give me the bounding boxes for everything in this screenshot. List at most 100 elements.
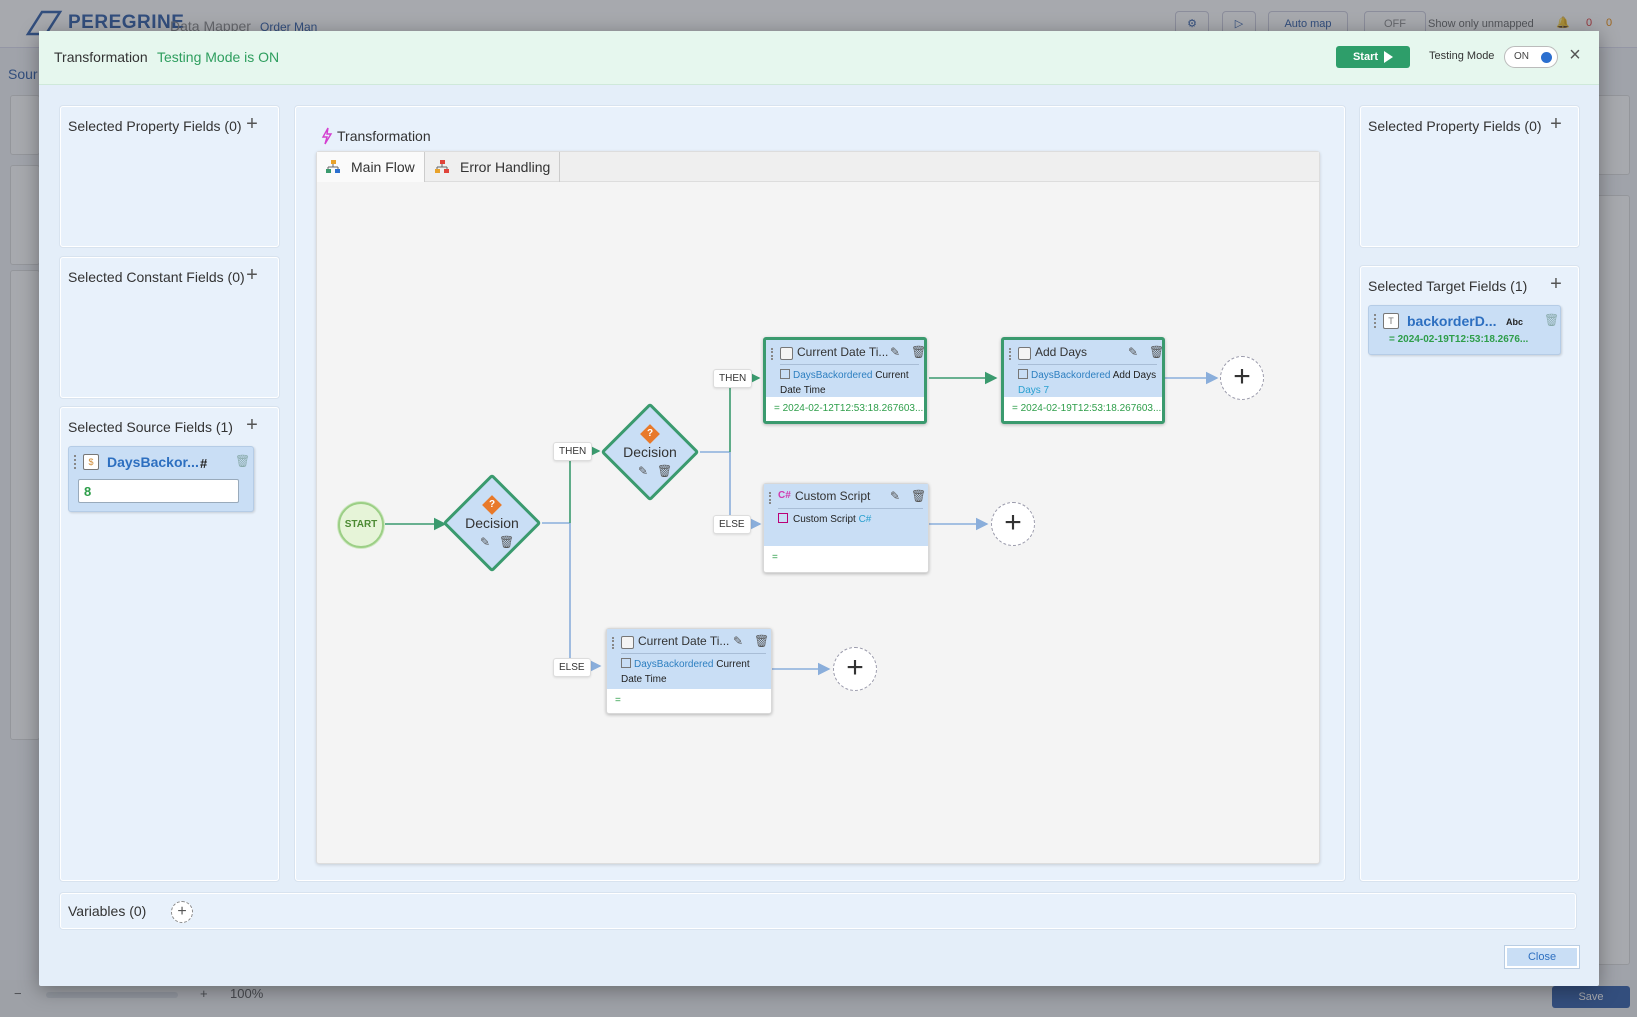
decision-node-1[interactable]: ? Decision ✎ 🗑 <box>442 473 542 573</box>
toggle-state: ON <box>1514 51 1529 62</box>
drag-handle-icon[interactable] <box>74 455 77 469</box>
testing-mode-label: Testing Mode <box>1429 50 1495 62</box>
date-field-icon: $ <box>83 454 99 470</box>
edit-icon[interactable]: ✎ <box>890 490 903 503</box>
panel-title: Selected Property Fields (0) <box>68 118 242 134</box>
lightning-icon <box>321 127 333 145</box>
trash-icon[interactable]: 🗑 <box>499 536 514 549</box>
step-body-tag: C# <box>858 514 872 525</box>
close-icon[interactable]: × <box>1565 45 1585 67</box>
add-days-step[interactable]: Add Days ✎ 🗑 DaysBackordered Add Days Da… <box>1001 337 1165 424</box>
csharp-icon: C# <box>778 490 791 501</box>
step-body: Custom Script C# <box>778 512 924 527</box>
close-button[interactable]: Close <box>1505 946 1579 968</box>
trash-icon[interactable]: 🗑 <box>657 465 672 478</box>
step-title: Current Date Ti... <box>638 634 730 648</box>
panel-title: Selected Target Fields (1) <box>1368 278 1528 294</box>
play-icon <box>1384 51 1394 63</box>
modal-header: Transformation Testing Mode is ON Start … <box>39 31 1599 85</box>
variables-title: Variables (0) <box>68 903 147 919</box>
number-type-icon: # <box>200 456 208 471</box>
edit-icon[interactable]: ✎ <box>480 536 493 549</box>
step-operation: Current <box>875 370 909 381</box>
step-field: DaysBackordered <box>793 370 873 381</box>
add-step-button[interactable]: + <box>833 647 877 691</box>
edit-icon[interactable]: ✎ <box>733 635 746 648</box>
source-fields-panel: Selected Source Fields (1) + $ DaysBacko… <box>60 407 279 881</box>
variables-panel: Variables (0) + <box>60 893 1576 929</box>
step-operation: Current <box>716 659 750 670</box>
trash-icon[interactable]: 🗑 <box>911 490 926 503</box>
step-title: Custom Script <box>795 489 871 503</box>
else-tag: ELSE <box>553 658 591 677</box>
panel-title: Selected Property Fields (0) <box>1368 118 1542 134</box>
step-result: = <box>615 695 621 706</box>
step-operation-detail: Days <box>1133 370 1157 381</box>
step-result: = <box>772 552 778 563</box>
then-tag: THEN <box>553 442 593 461</box>
trash-icon[interactable]: 🗑 <box>754 635 769 648</box>
flow-canvas[interactable]: Main Flow Error Handling START ? Decisio… <box>316 151 1320 864</box>
add-target-field-icon[interactable]: + <box>1545 273 1567 295</box>
current-date-time-step-2[interactable]: Current Date Ti... ✎ 🗑 DaysBackordered C… <box>606 628 772 714</box>
add-property-field-icon[interactable]: + <box>241 113 263 135</box>
step-operation-detail: Date Time <box>621 674 667 685</box>
field-icon <box>1018 369 1028 379</box>
panel-title: Selected Source Fields (1) <box>68 419 233 435</box>
source-field-value-input[interactable]: 8 <box>78 479 239 503</box>
step-operation-detail: Date Time <box>780 385 826 396</box>
trash-icon[interactable]: 🗑 <box>911 346 926 359</box>
testing-mode-toggle[interactable]: ON <box>1504 46 1558 68</box>
toggle-knob <box>1541 52 1552 63</box>
script-icon <box>778 513 788 523</box>
add-property-field-icon[interactable]: + <box>1545 113 1567 135</box>
step-body-text: Custom Script <box>793 514 856 525</box>
edit-icon[interactable]: ✎ <box>890 346 903 359</box>
field-icon <box>780 369 790 379</box>
drag-handle-icon[interactable] <box>612 637 615 649</box>
custom-script-step[interactable]: C# Custom Script ✎ 🗑 Custom Script C# = <box>763 483 929 573</box>
step-body: DaysBackordered Current Date Time <box>621 657 767 687</box>
add-step-button[interactable]: + <box>991 502 1035 546</box>
add-source-field-icon[interactable]: + <box>241 414 263 436</box>
drag-handle-icon[interactable] <box>1374 314 1377 328</box>
drag-handle-icon[interactable] <box>771 348 774 360</box>
step-param: Days 7 <box>1018 385 1050 396</box>
add-step-button[interactable]: + <box>1220 356 1264 400</box>
target-field-card[interactable]: T backorderD... Abc 🗑 = 2024-02-19T12:53… <box>1368 305 1561 355</box>
step-field: DaysBackordered <box>634 659 714 670</box>
source-field-name: DaysBackor... <box>107 454 199 470</box>
constant-fields-panel: Selected Constant Fields (0) + <box>60 257 279 398</box>
add-constant-field-icon[interactable]: + <box>241 264 263 286</box>
start-node[interactable]: START <box>338 502 384 548</box>
field-icon <box>621 658 631 668</box>
start-button[interactable]: Start <box>1336 46 1410 68</box>
step-title: Current Date Ti... <box>797 345 889 359</box>
source-field-card[interactable]: $ DaysBackor... # 🗑 8 <box>68 446 254 512</box>
text-field-icon: T <box>1383 313 1399 329</box>
trash-icon[interactable]: 🗑 <box>1149 346 1164 359</box>
else-tag: ELSE <box>713 515 751 534</box>
drag-handle-icon[interactable] <box>769 492 772 504</box>
current-date-time-step-1[interactable]: Current Date Ti... ✎ 🗑 DaysBackordered C… <box>763 337 927 424</box>
decision-label: Decision <box>623 444 677 460</box>
start-button-label: Start <box>1352 51 1379 63</box>
decision-actions: ✎ 🗑 <box>634 465 674 478</box>
panel-title: Selected Constant Fields (0) <box>68 269 245 285</box>
trash-icon[interactable]: 🗑 <box>235 454 250 470</box>
edit-icon[interactable]: ✎ <box>638 465 651 478</box>
target-fields-panel: Selected Target Fields (1) + T backorder… <box>1360 266 1579 881</box>
add-variable-icon[interactable]: + <box>171 901 193 923</box>
calendar-icon <box>1018 347 1031 360</box>
decision-actions: ✎ 🗑 <box>476 536 516 549</box>
drag-handle-icon[interactable] <box>1009 348 1012 360</box>
step-result: = 2024-02-12T12:53:18.267603... <box>774 403 924 414</box>
edit-icon[interactable]: ✎ <box>1128 346 1141 359</box>
target-field-name: backorderD... <box>1407 313 1497 329</box>
trash-icon[interactable]: 🗑 <box>1544 313 1559 329</box>
step-operation: Add <box>1112 370 1131 381</box>
right-property-fields-panel: Selected Property Fields (0) + <box>1360 106 1579 247</box>
decision-node-2[interactable]: ? Decision ✎ 🗑 <box>600 402 700 502</box>
left-property-fields-panel: Selected Property Fields (0) + <box>60 106 279 247</box>
step-field: DaysBackordered <box>1031 370 1111 381</box>
